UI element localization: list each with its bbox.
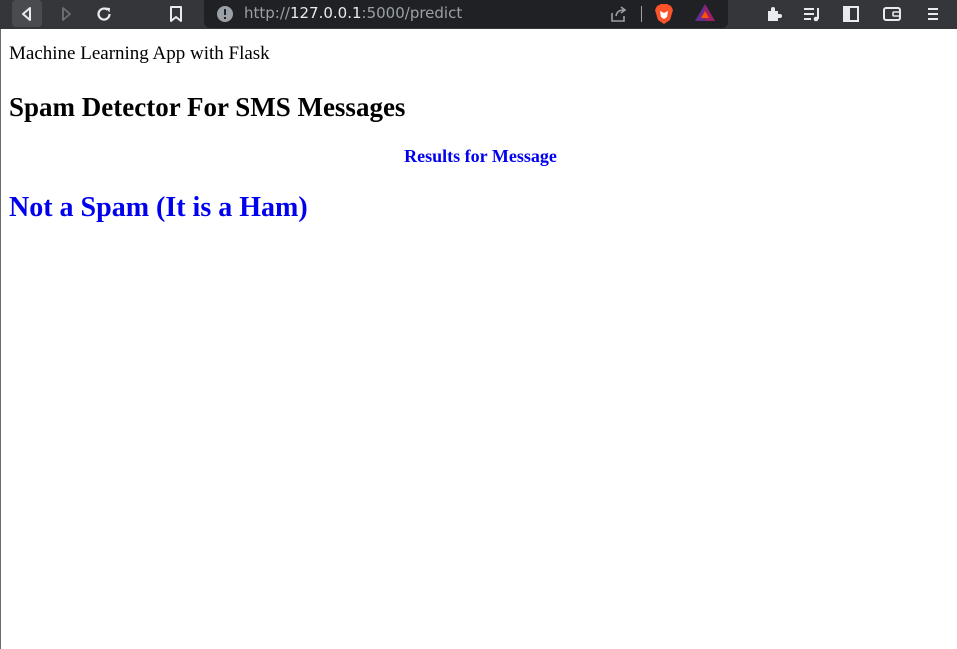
playlist-button[interactable] xyxy=(797,0,827,27)
menu-icon xyxy=(928,7,938,20)
reload-icon xyxy=(97,6,111,21)
forward-icon xyxy=(62,6,71,21)
brave-rewards-icon[interactable] xyxy=(694,2,716,24)
prediction-result: Not a Spam (It is a Ham) xyxy=(9,192,308,223)
browser-toolbar: http://127.0.0.1:5000/predict xyxy=(0,0,957,29)
sidebar-icon xyxy=(843,5,859,22)
url-divider xyxy=(641,6,642,22)
app-brand: Machine Learning App with Flask xyxy=(9,43,270,64)
wallet-button[interactable] xyxy=(877,0,907,27)
extensions-icon xyxy=(768,6,782,21)
url-text[interactable]: http://127.0.0.1:5000/predict xyxy=(244,3,462,23)
brave-shields-icon[interactable] xyxy=(654,2,674,26)
share-icon[interactable] xyxy=(608,4,628,24)
reload-button[interactable] xyxy=(89,0,119,27)
playlist-icon xyxy=(804,7,819,21)
bookmark-icon xyxy=(170,5,182,22)
extensions-button[interactable] xyxy=(759,0,789,27)
sidebar-button[interactable] xyxy=(836,0,866,27)
wallet-icon xyxy=(883,6,901,21)
url-path: :5000/predict xyxy=(361,4,463,22)
url-host: 127.0.0.1 xyxy=(289,4,362,22)
site-info-icon[interactable] xyxy=(216,5,234,23)
results-heading: Results for Message xyxy=(404,146,557,166)
menu-button[interactable] xyxy=(918,0,948,27)
address-bar[interactable]: http://127.0.0.1:5000/predict xyxy=(204,0,728,28)
page-title: Spam Detector For SMS Messages xyxy=(9,92,406,122)
forward-button[interactable] xyxy=(51,0,81,27)
back-button[interactable] xyxy=(12,0,42,27)
back-icon xyxy=(22,6,31,21)
bookmark-button[interactable] xyxy=(161,0,191,27)
url-scheme: http:// xyxy=(244,4,290,22)
window-left-border xyxy=(0,29,1,649)
